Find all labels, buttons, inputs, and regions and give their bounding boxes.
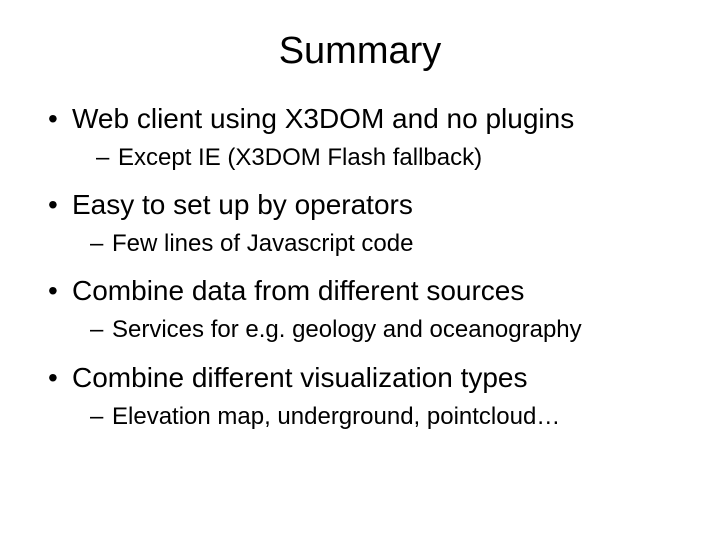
dash-icon: – [96, 142, 118, 173]
sub-bullet-row: – Few lines of Javascript code [90, 228, 690, 259]
dash-icon: – [90, 314, 112, 345]
bullet-text: Easy to set up by operators [72, 187, 413, 222]
bullet-icon: • [48, 187, 72, 222]
sub-bullet-row: – Elevation map, underground, pointcloud… [90, 401, 690, 432]
bullet-icon: • [48, 101, 72, 136]
sub-bullet-row: – Services for e.g. geology and oceanogr… [90, 314, 690, 345]
bullet-row: • Web client using X3DOM and no plugins [48, 101, 690, 136]
sub-bullet-text: Elevation map, underground, pointcloud… [112, 401, 560, 432]
slide: Summary • Web client using X3DOM and no … [0, 0, 720, 540]
bullet-text: Combine data from different sources [72, 273, 524, 308]
bullet-list: • Web client using X3DOM and no plugins … [30, 101, 690, 432]
sub-bullet-text: Few lines of Javascript code [112, 228, 413, 259]
sub-bullet-text: Except IE (X3DOM Flash fallback) [118, 142, 482, 173]
dash-icon: – [90, 401, 112, 432]
bullet-icon: • [48, 273, 72, 308]
bullet-icon: • [48, 360, 72, 395]
sub-bullet-text: Services for e.g. geology and oceanograp… [112, 314, 582, 345]
bullet-text: Web client using X3DOM and no plugins [72, 101, 574, 136]
list-item: • Combine different visualization types … [30, 360, 690, 432]
list-item: • Easy to set up by operators – Few line… [30, 187, 690, 259]
list-item: • Web client using X3DOM and no plugins … [30, 101, 690, 173]
bullet-row: • Combine different visualization types [48, 360, 690, 395]
list-item: • Combine data from different sources – … [30, 273, 690, 345]
dash-icon: – [90, 228, 112, 259]
bullet-row: • Combine data from different sources [48, 273, 690, 308]
slide-title: Summary [30, 30, 690, 73]
bullet-row: • Easy to set up by operators [48, 187, 690, 222]
bullet-text: Combine different visualization types [72, 360, 528, 395]
sub-bullet-row: – Except IE (X3DOM Flash fallback) [96, 142, 690, 173]
